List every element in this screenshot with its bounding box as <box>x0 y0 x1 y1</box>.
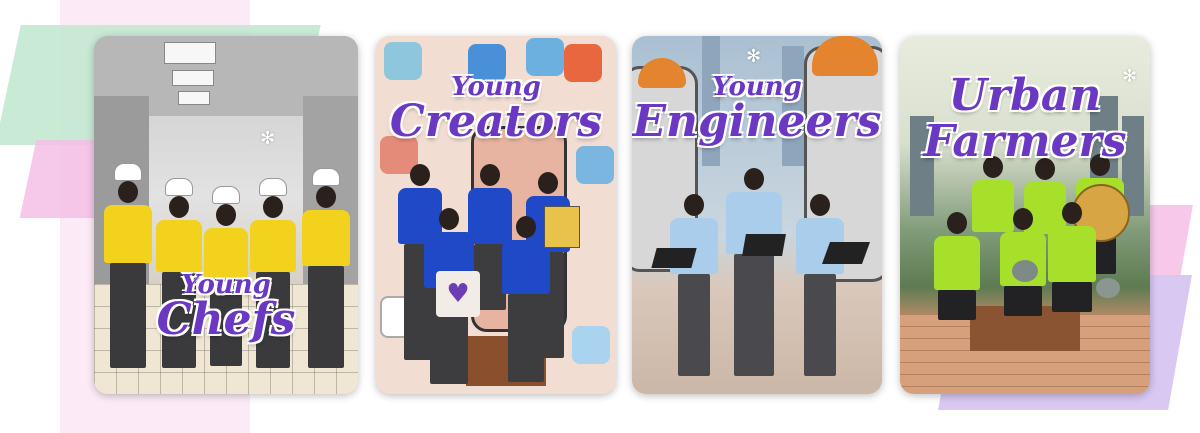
pants <box>938 290 976 320</box>
chef-hat-icon <box>212 186 240 204</box>
engineer-student <box>796 194 844 380</box>
yellow-shirt <box>250 220 296 272</box>
card-title-line2: Engineers <box>632 96 882 147</box>
student-head <box>118 181 138 203</box>
student-head <box>439 208 459 230</box>
student-head <box>947 212 967 234</box>
student-head <box>216 204 236 226</box>
student-head <box>1013 208 1033 230</box>
ceiling-light <box>172 70 214 86</box>
card-urban-farmers: ✻ Urban Farmers <box>900 36 1150 394</box>
student-head <box>410 164 430 186</box>
pants <box>804 274 836 376</box>
student-head <box>810 194 830 216</box>
yellow-shirt <box>156 220 202 272</box>
ceiling-light <box>178 91 210 105</box>
card-young-chefs: ✻ Young Chefs <box>94 36 358 394</box>
pants <box>1004 286 1042 316</box>
student-head <box>169 196 189 218</box>
chef-hat-icon <box>312 168 340 186</box>
pants <box>678 274 710 376</box>
app-icon <box>526 38 564 76</box>
laptop-icon <box>821 242 871 264</box>
pants <box>734 254 774 376</box>
card-young-engineers: ✻ Young Engineers <box>632 36 882 394</box>
yellow-shirt <box>302 210 350 266</box>
melon-icon <box>1012 260 1038 282</box>
farmer-student <box>1048 202 1096 352</box>
laptop-icon <box>742 234 786 256</box>
yellow-shirt <box>104 205 152 263</box>
green-shirt <box>934 236 980 290</box>
creator-student <box>502 216 550 386</box>
engineer-student <box>670 194 718 380</box>
student-head <box>480 164 500 186</box>
sparkle-icon: ✻ <box>746 46 762 67</box>
chef-hat-icon <box>259 178 287 196</box>
melon-icon <box>1096 278 1120 298</box>
student-head <box>316 186 336 208</box>
farmer-student <box>934 212 980 352</box>
app-icon <box>576 146 614 184</box>
hard-hat-icon <box>812 36 878 76</box>
blue-shirt <box>502 240 550 294</box>
sparkle-icon: ✻ <box>260 128 276 149</box>
card-title-line2: Chefs <box>156 294 296 345</box>
green-shirt <box>1048 226 1096 282</box>
card-title-line1: Urban <box>948 70 1102 121</box>
ceiling-light <box>164 42 216 64</box>
student-head <box>1062 202 1082 224</box>
student-head <box>744 168 764 190</box>
pants <box>508 294 544 382</box>
student-head <box>516 216 536 238</box>
app-icon <box>572 326 610 364</box>
heart-tote-icon: ♥ <box>436 271 480 317</box>
book-icon <box>544 206 580 248</box>
engineer-student <box>726 168 782 380</box>
student-head <box>538 172 558 194</box>
student-head <box>263 196 283 218</box>
student-head <box>684 194 704 216</box>
chef-hat-icon <box>165 178 193 196</box>
card-title-line2: Farmers <box>923 116 1127 167</box>
pants <box>1052 282 1092 312</box>
card-young-creators: ♥ Young Creators <box>376 36 616 394</box>
card-title-line2: Creators <box>389 96 603 147</box>
laptop-icon <box>651 248 697 268</box>
chef-hat-icon <box>114 163 142 181</box>
